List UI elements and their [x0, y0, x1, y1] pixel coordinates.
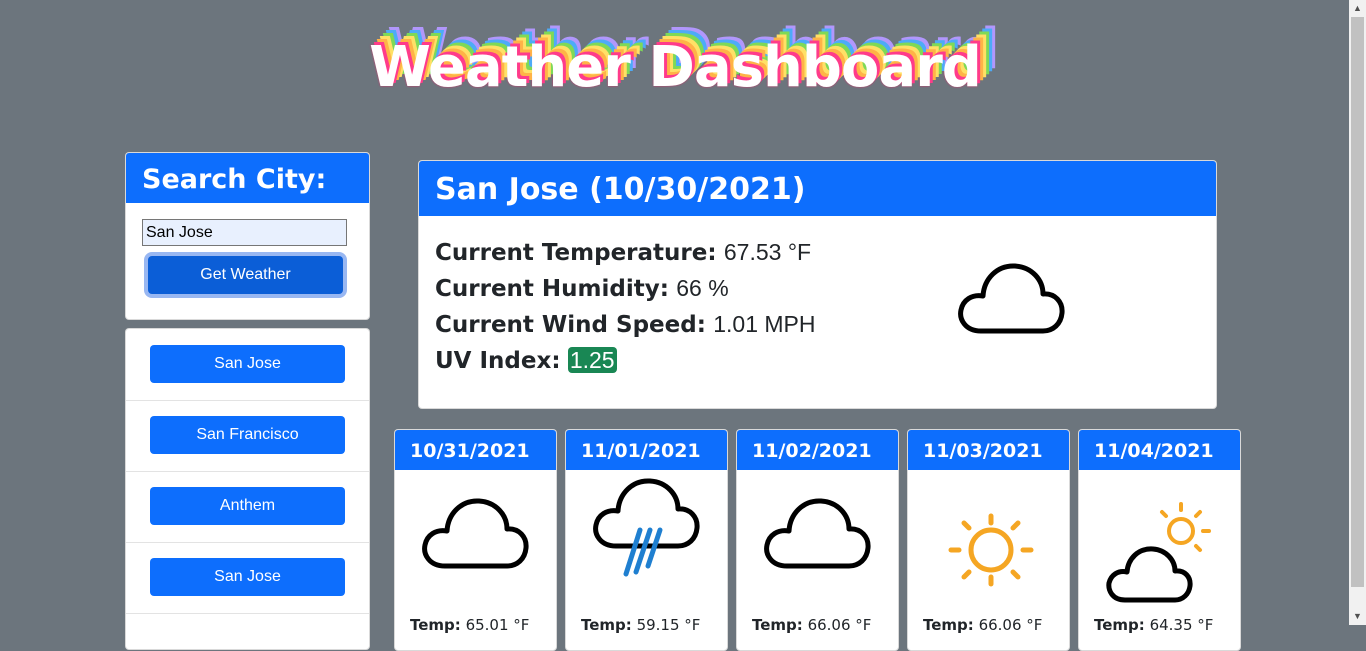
- cloud-icon: [764, 498, 871, 569]
- search-card: Search City: Get Weather: [125, 152, 370, 320]
- history-item: San Jose: [126, 542, 369, 614]
- page-scrollbar[interactable]: ▲ ▼: [1349, 0, 1366, 625]
- wind-value: 1.01 MPH: [713, 311, 816, 337]
- temp-value: 65.01 °F: [465, 616, 530, 634]
- temp-value: 66.06 °F: [978, 616, 1043, 634]
- temp-label: Temp:: [752, 616, 803, 634]
- current-temperature: Current Temperature: 67.53 °F: [435, 239, 811, 266]
- history-button-san-francisco[interactable]: San Francisco: [150, 416, 345, 454]
- scroll-down-arrow-icon[interactable]: ▼: [1349, 608, 1366, 625]
- scrollbar-thumb[interactable]: [1351, 17, 1364, 587]
- current-uv-index: UV Index: 1.25: [435, 347, 617, 374]
- forecast-card: 11/01/2021 Temp: 59.15 °F: [565, 429, 728, 651]
- history-item: San Francisco: [126, 400, 369, 472]
- uv-badge: 1.25: [567, 347, 617, 373]
- temp-value: 64.35 °F: [1149, 616, 1214, 634]
- forecast-temp: Temp: 66.06 °F: [923, 616, 1042, 634]
- current-wind-speed: Current Wind Speed: 1.01 MPH: [435, 311, 815, 338]
- current-city-heading: San Jose (10/30/2021): [419, 161, 1216, 216]
- temp-value: 66.06 °F: [807, 616, 872, 634]
- humidity-label: Current Humidity:: [435, 276, 669, 302]
- temp-label: Temp:: [1094, 616, 1145, 634]
- history-button-san-jose-2[interactable]: San Jose: [150, 558, 345, 596]
- rain-cloud-icon: [593, 478, 700, 577]
- wind-label: Current Wind Speed:: [435, 312, 706, 338]
- forecast-date: 11/02/2021: [737, 430, 898, 470]
- history-button-san-jose[interactable]: San Jose: [150, 345, 345, 383]
- cloud-icon: [422, 498, 529, 569]
- page-title: Weather Dashboard: [369, 35, 982, 100]
- current-weather-card: San Jose (10/30/2021) Current Temperatur…: [418, 160, 1217, 409]
- search-heading: Search City:: [126, 153, 369, 203]
- city-search-input[interactable]: [142, 219, 347, 246]
- header: Weather Dashboard: [0, 14, 1350, 114]
- history-item: San Jose: [126, 329, 369, 401]
- search-history-list: San Jose San Francisco Anthem San Jose: [125, 328, 370, 650]
- sun-icon: [948, 513, 1034, 587]
- uv-label: UV Index:: [435, 348, 561, 374]
- forecast-temp: Temp: 66.06 °F: [752, 616, 871, 634]
- scroll-up-arrow-icon[interactable]: ▲: [1349, 0, 1366, 17]
- humidity-value: 66 %: [676, 275, 729, 301]
- forecast-temp: Temp: 64.35 °F: [1094, 616, 1213, 634]
- get-weather-button[interactable]: Get Weather: [148, 256, 343, 294]
- temp-label: Temp:: [923, 616, 974, 634]
- forecast-date: 11/03/2021: [908, 430, 1069, 470]
- forecast-card: 10/31/2021 Temp: 65.01 °F: [394, 429, 557, 651]
- temp-value: 59.15 °F: [636, 616, 701, 634]
- partly-cloudy-icon: [1106, 502, 1211, 603]
- temp-label: Temp:: [410, 616, 461, 634]
- temperature-value: 67.53 °F: [723, 239, 812, 265]
- forecast-date: 11/04/2021: [1079, 430, 1240, 470]
- temp-label: Temp:: [581, 616, 632, 634]
- forecast-card: 11/02/2021 Temp: 66.06 °F: [736, 429, 899, 651]
- forecast-date: 10/31/2021: [395, 430, 556, 470]
- forecast-temp: Temp: 59.15 °F: [581, 616, 700, 634]
- forecast-card: 11/03/2021 Temp: 66.06 °F: [907, 429, 1070, 651]
- temperature-label: Current Temperature:: [435, 240, 717, 266]
- forecast-temp: Temp: 65.01 °F: [410, 616, 529, 634]
- cloud-icon: [958, 263, 1065, 334]
- current-humidity: Current Humidity: 66 %: [435, 275, 729, 302]
- history-button-anthem[interactable]: Anthem: [150, 487, 345, 525]
- forecast-card: 11/04/2021 Temp: 64.35 °F: [1078, 429, 1241, 651]
- forecast-date: 11/01/2021: [566, 430, 727, 470]
- history-item: Anthem: [126, 471, 369, 543]
